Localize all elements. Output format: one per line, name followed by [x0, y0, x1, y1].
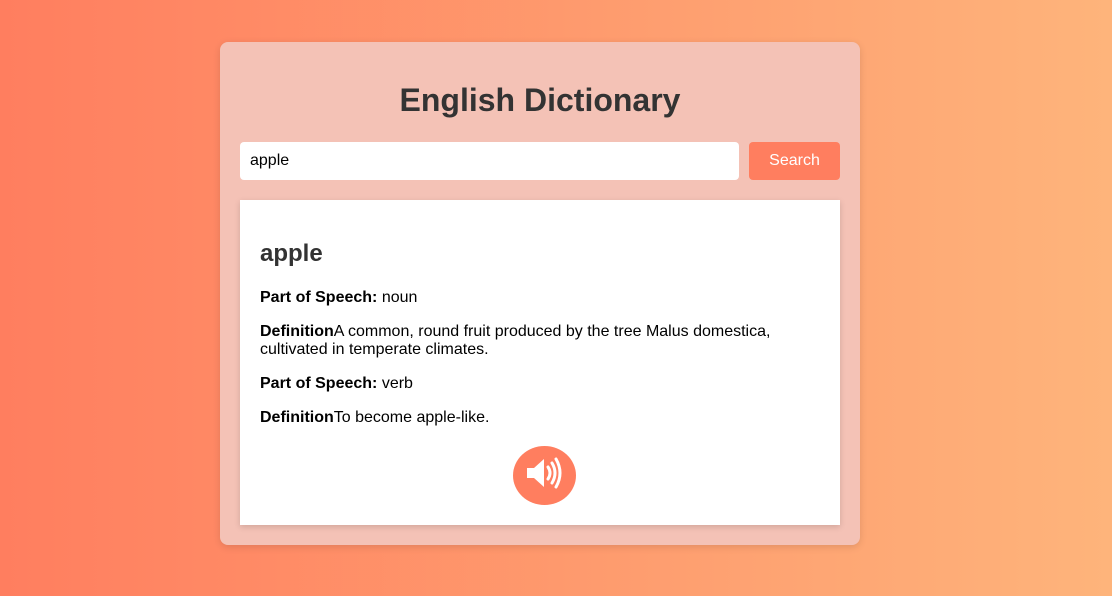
part-of-speech: Part of Speech: verb [260, 375, 820, 393]
play-audio-button[interactable] [513, 446, 576, 505]
definition: DefinitionA common, round fruit produced… [260, 323, 820, 359]
result-word: apple [260, 240, 323, 267]
meaning-list: Part of Speech: noun DefinitionA common,… [260, 289, 820, 427]
page-title: English Dictionary [399, 82, 681, 118]
definition-label: Definition [260, 323, 334, 340]
part-of-speech-value: noun [381, 289, 418, 306]
definition-label: Definition [260, 409, 334, 426]
speaker-volume-icon [525, 456, 565, 495]
part-of-speech-value: verb [381, 375, 413, 392]
definition-value: To become apple-like. [333, 409, 490, 426]
part-of-speech-label: Part of Speech: [260, 375, 378, 392]
part-of-speech-label: Part of Speech: [260, 289, 378, 306]
search-bar: Search [240, 142, 840, 180]
result-card: apple Part of Speech: noun DefinitionA c… [240, 200, 840, 525]
definition-value: A common, round fruit produced by the tr… [260, 323, 771, 358]
search-input[interactable] [240, 142, 739, 180]
search-button[interactable]: Search [749, 142, 840, 180]
part-of-speech: Part of Speech: noun [260, 289, 820, 307]
dictionary-panel: English Dictionary Search apple Part of … [220, 42, 860, 545]
definition: DefinitionTo become apple-like. [260, 409, 820, 427]
